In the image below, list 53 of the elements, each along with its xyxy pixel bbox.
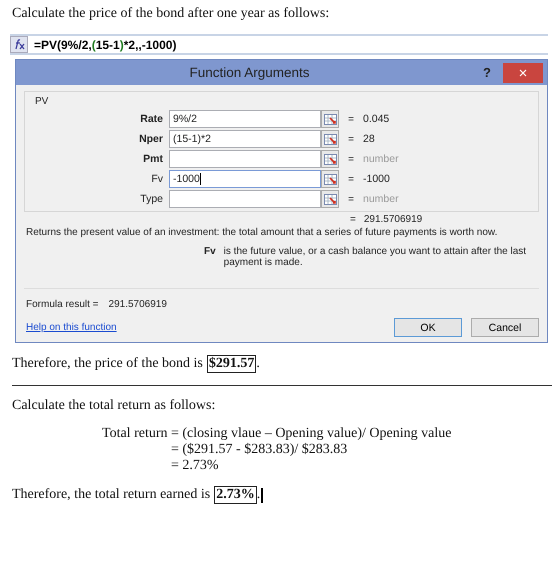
help-button[interactable]: ? <box>483 65 491 80</box>
argument-result: 0.045 <box>363 113 390 125</box>
period: . <box>256 356 260 372</box>
equation-label: Total return <box>102 426 168 442</box>
dialog-title: Function Arguments <box>188 65 311 80</box>
formula-text[interactable]: =PV(9%/2,(15-1)*2,,-1000) <box>34 38 176 52</box>
argument-description: is the future value, or a cash balance you want to attain after the last payment is made. <box>224 246 528 268</box>
equation-line: = 2.73% <box>171 458 220 474</box>
function-result: 291.5706919 <box>364 214 422 225</box>
equals-sign: = <box>347 134 355 144</box>
formula-result: 291.5706919 <box>108 299 167 310</box>
argument-field[interactable] <box>169 150 321 168</box>
range-select-icon[interactable] <box>321 150 339 168</box>
formula-result-label: Formula result = <box>26 299 99 310</box>
function-icon[interactable] <box>10 36 28 53</box>
range-select-icon[interactable] <box>321 170 339 188</box>
equals-sign: = <box>350 214 356 225</box>
argument-result: number <box>363 153 400 165</box>
argument-field[interactable]: 9%/2 <box>169 110 321 128</box>
answer-sentence: Therefore, the price of the bond is <box>12 356 203 372</box>
argument-label: Type <box>139 193 164 205</box>
argument-field[interactable] <box>169 190 321 208</box>
equation-line: = ($291.57 - $283.83)/ $283.83 <box>171 442 348 458</box>
argument-name: Fv <box>204 246 216 259</box>
range-select-icon[interactable] <box>321 130 339 148</box>
equals-sign: = <box>347 114 355 124</box>
range-select-icon[interactable] <box>321 190 339 208</box>
equals-sign: = <box>347 194 355 204</box>
argument-label: Nper <box>138 133 164 145</box>
equation-line: = (closing vlaue – Opening value)/ Opening value <box>171 426 452 442</box>
equals-sign: = <box>347 174 355 184</box>
argument-field[interactable]: -1000 <box>169 170 321 188</box>
function-description: Returns the present value of an investment: the total amount that a series of future payments is worth now. <box>26 227 498 238</box>
answer-sentence: Therefore, the total return earned is <box>12 487 210 503</box>
instruction-text: Calculate the price of the bond after one year as follows: <box>12 6 330 22</box>
argument-result: 28 <box>363 133 376 145</box>
range-select-icon[interactable] <box>321 110 339 128</box>
argument-label: Rate <box>139 113 164 125</box>
help-link[interactable]: Help on this function <box>26 322 117 333</box>
argument-label: Fv <box>150 173 164 185</box>
period: . <box>256 487 260 503</box>
boxed-answer: $291.57 <box>206 355 256 373</box>
group-label: PV <box>35 96 48 107</box>
dialog-button[interactable]: Cancel <box>471 318 539 337</box>
boxed-answer: 2.73% <box>214 486 257 504</box>
instruction-text: Calculate the total return as follows: <box>12 398 216 414</box>
equals-sign: = <box>347 154 355 164</box>
close-button[interactable]: × <box>503 63 543 83</box>
dialog-button[interactable]: OK <box>394 318 462 337</box>
argument-label: Pmt <box>142 153 164 165</box>
argument-result: number <box>363 193 400 205</box>
argument-result: -1000 <box>363 173 391 185</box>
argument-field[interactable]: (15-1)*2 <box>169 130 321 148</box>
